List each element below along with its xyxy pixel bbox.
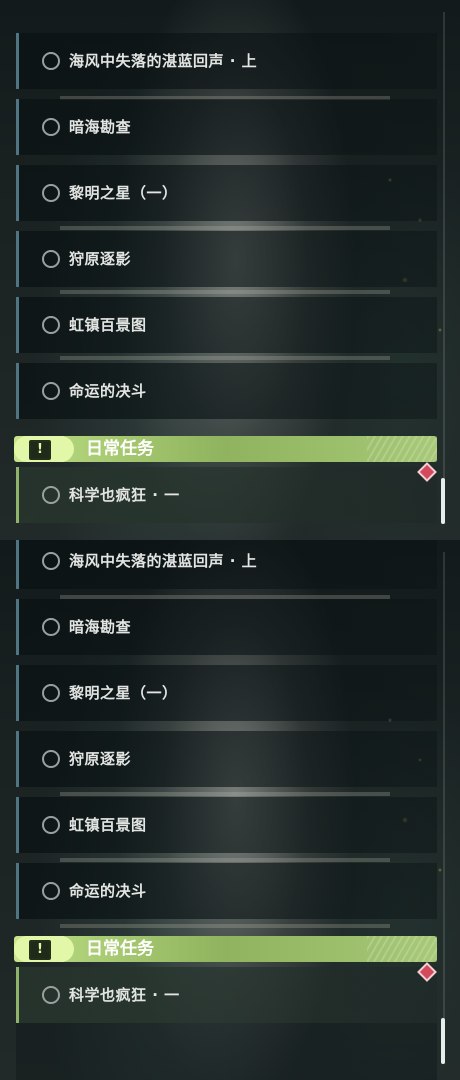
quest-list-panel-bottom: 海风中失落的湛蓝回声 · 上 暗海勘查 黎明之星（一） 狩原逐影 虹镇百景图 命… xyxy=(0,540,460,1080)
background-band xyxy=(60,924,390,928)
quest-title: 黎明之星（一） xyxy=(69,184,178,202)
background-band xyxy=(60,858,390,862)
quest-item[interactable]: 暗海勘查 xyxy=(16,99,437,155)
background-band xyxy=(60,290,390,294)
quest-status-ring-icon xyxy=(42,118,60,136)
quest-title: 暗海勘查 xyxy=(69,618,132,636)
quest-item[interactable]: 暗海勘查 xyxy=(16,599,437,655)
quest-title: 科学也疯狂 · 一 xyxy=(69,486,180,504)
quest-item[interactable]: 海风中失落的湛蓝回声 · 上 xyxy=(16,540,437,589)
quest-title: 海风中失落的湛蓝回声 · 上 xyxy=(69,52,258,70)
quest-status-ring-icon xyxy=(42,316,60,334)
list-fade-area xyxy=(16,1023,437,1080)
category-title: 日常任务 xyxy=(86,939,154,959)
daily-quest-item[interactable]: 科学也疯狂 · 一 xyxy=(16,967,437,1023)
category-header-daily[interactable]: ! 日常任务 xyxy=(14,436,437,462)
quest-status-ring-icon xyxy=(42,552,60,570)
quest-title: 科学也疯狂 · 一 xyxy=(69,986,180,1004)
quest-status-ring-icon xyxy=(42,618,60,636)
category-badge-tail xyxy=(54,936,74,962)
daily-quest-item[interactable]: 科学也疯狂 · 一 xyxy=(16,467,437,523)
quest-status-ring-icon xyxy=(42,882,60,900)
quest-item[interactable]: 命运的决斗 xyxy=(16,863,437,919)
exclamation-icon: ! xyxy=(29,440,51,460)
quest-item[interactable]: 黎明之星（一） xyxy=(16,165,437,221)
quest-status-ring-icon xyxy=(42,382,60,400)
quest-item[interactable]: 狩原逐影 xyxy=(16,231,437,287)
quest-item[interactable]: 海风中失落的湛蓝回声 · 上 xyxy=(16,33,437,89)
quest-status-ring-icon xyxy=(42,986,60,1004)
background-band xyxy=(60,226,390,230)
quest-status-ring-icon xyxy=(42,684,60,702)
quest-list-panel-top: 海风中失落的湛蓝回声 · 上 暗海勘查 黎明之星（一） 狩原逐影 虹镇百景图 命… xyxy=(0,0,460,540)
quest-title: 虹镇百景图 xyxy=(69,816,147,834)
header-decoration xyxy=(367,936,437,962)
category-badge-tail xyxy=(54,436,74,462)
quest-title: 暗海勘查 xyxy=(69,118,132,136)
category-title: 日常任务 xyxy=(86,439,154,459)
header-decoration xyxy=(367,436,437,462)
background-band xyxy=(60,792,390,796)
quest-status-ring-icon xyxy=(42,816,60,834)
quest-item[interactable]: 命运的决斗 xyxy=(16,363,437,419)
quest-title: 黎明之星（一） xyxy=(69,684,178,702)
quest-title: 狩原逐影 xyxy=(69,750,132,768)
background-band xyxy=(60,356,390,360)
scrollbar-thumb[interactable] xyxy=(441,1018,445,1064)
quest-item[interactable]: 虹镇百景图 xyxy=(16,797,437,853)
quest-status-ring-icon xyxy=(42,250,60,268)
quest-status-ring-icon xyxy=(42,486,60,504)
quest-status-ring-icon xyxy=(42,184,60,202)
quest-title: 狩原逐影 xyxy=(69,250,132,268)
quest-title: 命运的决斗 xyxy=(69,882,147,900)
quest-title: 虹镇百景图 xyxy=(69,316,147,334)
exclamation-icon: ! xyxy=(29,940,51,960)
quest-item[interactable]: 虹镇百景图 xyxy=(16,297,437,353)
scrollbar-track[interactable] xyxy=(443,12,445,524)
quest-title: 命运的决斗 xyxy=(69,382,147,400)
quest-title: 海风中失落的湛蓝回声 · 上 xyxy=(69,552,258,570)
quest-status-ring-icon xyxy=(42,52,60,70)
scrollbar-track[interactable] xyxy=(443,552,445,1064)
quest-status-ring-icon xyxy=(42,750,60,768)
scrollbar-thumb[interactable] xyxy=(441,478,445,524)
category-header-daily[interactable]: ! 日常任务 xyxy=(14,936,437,962)
quest-item[interactable]: 黎明之星（一） xyxy=(16,665,437,721)
quest-item[interactable]: 狩原逐影 xyxy=(16,731,437,787)
